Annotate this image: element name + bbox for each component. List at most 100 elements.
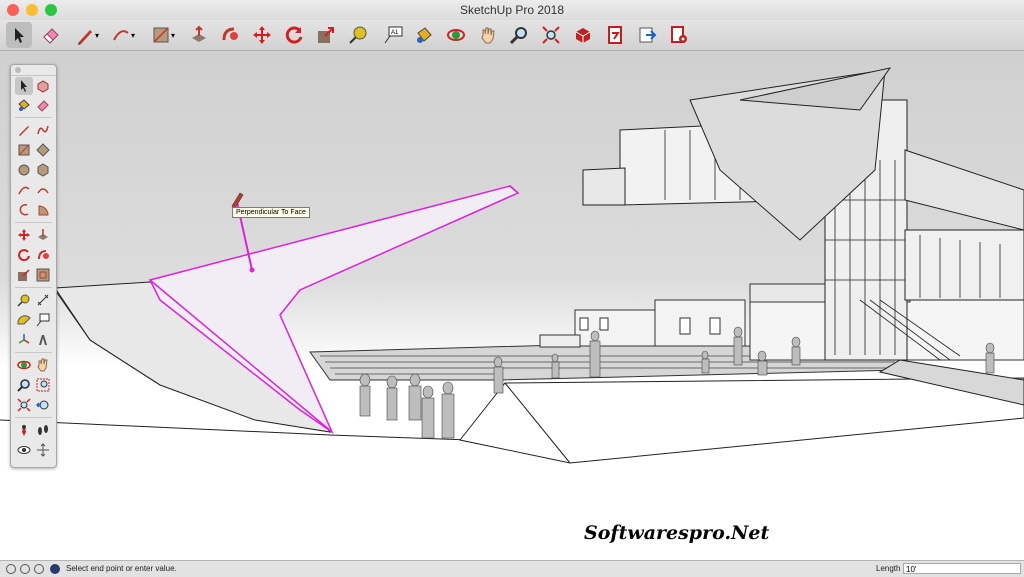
palette-scale-tool[interactable] (15, 266, 33, 284)
arc-icon (18, 186, 30, 195)
follow-me-tool-button[interactable] (217, 22, 243, 48)
tool-palette (10, 64, 57, 468)
tape-measure-tool-button[interactable] (345, 22, 371, 48)
palette-offset-tool[interactable] (34, 266, 52, 284)
arc-tool-dropdown[interactable]: ▾ (128, 22, 138, 48)
extension-warehouse-button[interactable] (602, 22, 628, 48)
select-tool-button[interactable] (6, 22, 32, 48)
palette-follow-me-tool[interactable] (34, 246, 52, 264)
palette-select-tool[interactable] (15, 77, 33, 95)
extension-icon (608, 26, 622, 44)
palette-previous-view-tool[interactable] (34, 396, 52, 414)
extension-manager-button[interactable] (666, 22, 692, 48)
zoom-extents-tool-button[interactable] (538, 22, 564, 48)
palette-zoom-window-tool[interactable] (34, 376, 52, 394)
scale-tool-button[interactable] (313, 22, 339, 48)
palette-zoom-tool[interactable] (15, 376, 33, 394)
move-tool-button[interactable] (249, 22, 275, 48)
palette-walk-tool[interactable] (34, 421, 52, 439)
palette-look-around-tool[interactable] (15, 441, 33, 459)
pie-icon (38, 205, 49, 216)
dimension-icon (37, 294, 49, 306)
palette-line-tool[interactable] (15, 121, 33, 139)
palette-position-camera-tool[interactable] (15, 421, 33, 439)
palette-rectangle-tool[interactable] (15, 141, 33, 159)
orbit-icon (447, 29, 465, 41)
model-viewport[interactable] (0, 51, 1024, 560)
palette-text-tool[interactable] (34, 311, 52, 329)
warehouse-icon (575, 28, 591, 43)
measurement-label: Length (876, 564, 901, 573)
palette-circle-tool[interactable] (15, 161, 33, 179)
palette-arc-tool[interactable] (15, 181, 33, 199)
palette-rotate-tool[interactable] (15, 246, 33, 264)
move-icon (18, 229, 30, 241)
palette-freehand-tool[interactable] (34, 121, 52, 139)
3d-warehouse-button[interactable] (570, 22, 596, 48)
zoom-icon (509, 27, 527, 45)
palette-3d-text-tool[interactable] (34, 331, 52, 349)
push-pull-tool-button[interactable] (186, 22, 212, 48)
protractor-icon (17, 315, 31, 325)
paint-bucket-tool-button[interactable] (411, 22, 437, 48)
follow-me-icon (222, 27, 238, 41)
zoom-window-button[interactable] (45, 4, 57, 16)
line-tool-dropdown[interactable]: ▾ (92, 22, 102, 48)
palette-tape-measure-tool[interactable] (15, 291, 33, 309)
measurement-input[interactable]: 10' (903, 563, 1021, 574)
palette-move-tool[interactable] (15, 226, 33, 244)
paint-bucket-icon (18, 99, 30, 111)
model-drawing (0, 67, 1024, 560)
palette-component-tool[interactable] (34, 77, 52, 95)
geo-location-icon[interactable] (6, 564, 16, 574)
palette-two-point-arc-tool[interactable] (34, 181, 52, 199)
palette-dimension-tool[interactable] (34, 291, 52, 309)
axes-icon (18, 334, 30, 344)
palette-orbit-tool[interactable] (15, 356, 33, 374)
palette-polygon-tool[interactable] (34, 161, 52, 179)
close-window-button[interactable] (7, 4, 19, 16)
credits-icon[interactable] (20, 564, 30, 574)
section-plane-icon (37, 443, 49, 457)
svg-text:A1: A1 (391, 30, 399, 36)
send-to-layout-button[interactable] (634, 22, 660, 48)
info-icon[interactable] (34, 564, 44, 574)
palette-pie-tool[interactable] (34, 201, 52, 219)
scale-icon (318, 27, 334, 43)
window-controls (7, 4, 57, 16)
palette-rotated-rectangle-tool[interactable] (34, 141, 52, 159)
zoom-icon (17, 379, 30, 392)
rotate-tool-button[interactable] (281, 22, 307, 48)
palette-titlebar[interactable] (11, 65, 56, 76)
palette-eraser-tool[interactable] (34, 96, 52, 114)
polygon-icon (37, 163, 49, 177)
two-point-arc-icon (37, 188, 49, 194)
instructor-icon[interactable] (50, 564, 60, 574)
palette-axes-tool[interactable] (15, 331, 33, 349)
zoom-window-icon (36, 378, 50, 392)
zoom-tool-button[interactable] (506, 22, 532, 48)
text-icon: A1 (384, 26, 403, 44)
rotate-icon (285, 26, 303, 44)
chevron-down-icon: ▾ (94, 30, 99, 40)
pan-tool-button[interactable] (475, 22, 501, 48)
eraser-tool-button[interactable] (38, 22, 64, 48)
palette-close-button[interactable] (15, 67, 21, 73)
previous-view-icon (36, 400, 49, 410)
palette-section-plane-tool[interactable] (34, 441, 52, 459)
zoom-extents-icon (542, 26, 560, 44)
zoom-extents-icon (17, 398, 31, 412)
inference-tooltip: Perpendicular To Face (232, 207, 310, 218)
palette-three-point-arc-tool[interactable] (15, 201, 33, 219)
shape-tool-dropdown[interactable]: ▾ (168, 22, 178, 48)
palette-push-pull-tool[interactable] (34, 226, 52, 244)
palette-pan-tool[interactable] (34, 356, 52, 374)
tape-measure-icon (17, 294, 30, 307)
orbit-tool-button[interactable] (443, 22, 469, 48)
palette-paint-bucket-tool[interactable] (15, 96, 33, 114)
minimize-window-button[interactable] (26, 4, 38, 16)
palette-protractor-tool[interactable] (15, 311, 33, 329)
3d-text-icon (39, 335, 47, 345)
palette-zoom-extents-tool[interactable] (15, 396, 33, 414)
text-tool-button[interactable]: A1 (380, 22, 406, 48)
